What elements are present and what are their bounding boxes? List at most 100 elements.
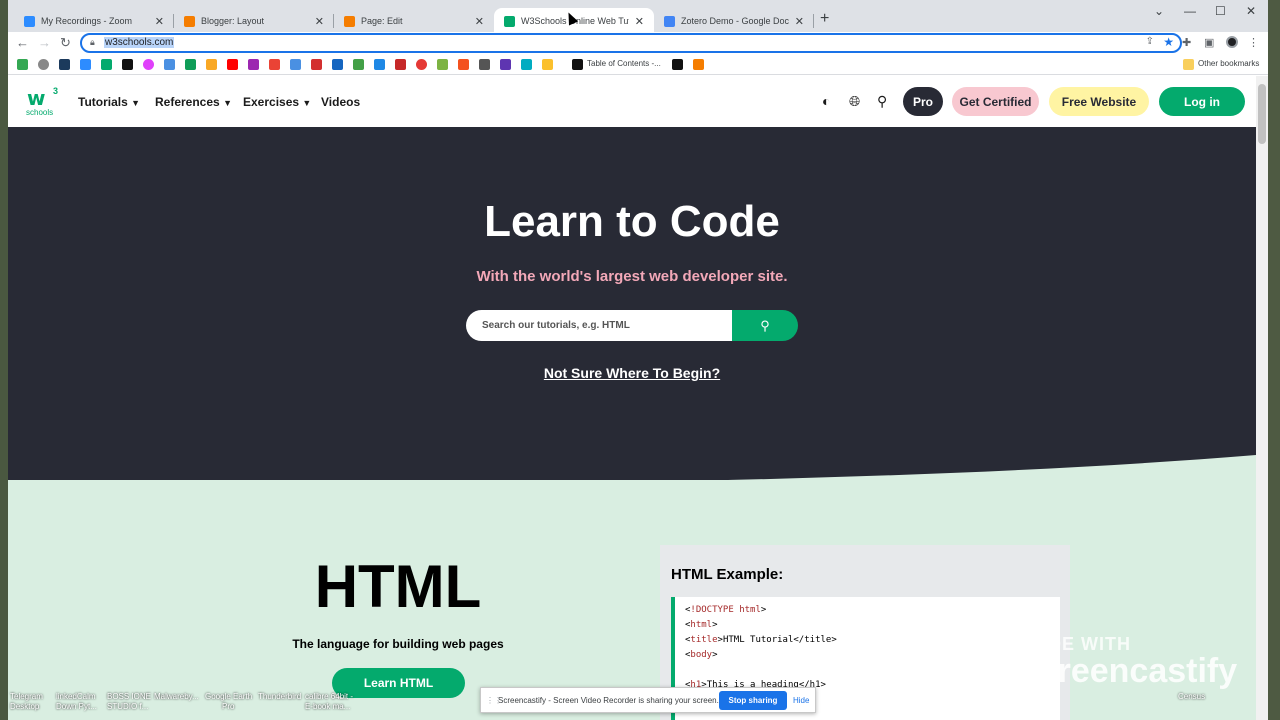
nav-references[interactable]: References ▼: [155, 95, 232, 109]
tab-zoom-recordings[interactable]: My Recordings - Zoom ✕: [14, 8, 174, 34]
blogger-bookmark-icon[interactable]: [693, 59, 704, 70]
tab-strip: My Recordings - Zoom ✕ Blogger: Layout ✕…: [8, 0, 1268, 34]
bookmark-icon[interactable]: [437, 59, 448, 70]
code-token: >: [760, 605, 767, 615]
bookmark-icon[interactable]: [17, 59, 28, 70]
log-in-button[interactable]: Log in: [1159, 87, 1245, 116]
taskbar-item-boss[interactable]: BOSS IONE STUDIO f...: [107, 692, 151, 712]
w3schools-logo[interactable]: w: [27, 86, 45, 110]
profile-avatar[interactable]: [1226, 36, 1238, 48]
w3schools-icon: [504, 15, 515, 27]
extensions-puzzle-icon[interactable]: ✚: [1182, 36, 1191, 49]
taskbar-item-google-earth[interactable]: Google Earth Pro: [205, 692, 252, 712]
w3schools-bookmark-icon[interactable]: [101, 59, 112, 70]
bookmark-icon[interactable]: [206, 59, 217, 70]
share-icon[interactable]: ⇪: [1146, 36, 1154, 47]
minimize-icon[interactable]: —: [1184, 4, 1196, 18]
search-box: [466, 310, 732, 341]
search-input[interactable]: [482, 317, 722, 333]
close-icon[interactable]: ✕: [155, 15, 164, 28]
bookmark-icon[interactable]: [672, 59, 683, 70]
taskbar-label: Desktop: [10, 702, 40, 711]
ib-bookmark-icon[interactable]: [122, 59, 133, 70]
new-tab-plus-icon[interactable]: +: [820, 10, 829, 28]
zoom-bookmark-icon[interactable]: [80, 59, 91, 70]
maximize-icon[interactable]: ☐: [1215, 4, 1226, 18]
bookmark-icon[interactable]: [416, 59, 427, 70]
taskbar-item-calibre[interactable]: calibre 64bit - E-book ma...: [305, 692, 353, 712]
window-close-icon[interactable]: ✕: [1246, 4, 1256, 18]
taskbar-item-census[interactable]: Census: [1178, 692, 1205, 702]
bookmark-icon[interactable]: [59, 59, 70, 70]
google-drive-icon[interactable]: [185, 59, 196, 70]
code-line: <html>: [685, 618, 1050, 633]
youtube-icon[interactable]: [227, 59, 238, 70]
hide-sharing-bar-link[interactable]: Hide: [793, 696, 809, 705]
search-button[interactable]: ⚲: [732, 310, 798, 341]
taskbar-item-linkedcalm[interactable]: linkedCalm Down Pyt...: [56, 692, 97, 712]
taskbar-label: Telegram: [10, 692, 43, 701]
address-bar[interactable]: 🔒︎ w3schools.com ⇪ ★: [80, 33, 1182, 53]
taskbar-item-telegram[interactable]: Telegram Desktop: [10, 692, 43, 712]
bookmark-icon[interactable]: [290, 59, 301, 70]
bookmark-icon[interactable]: [353, 59, 364, 70]
bookmark-icon[interactable]: [521, 59, 532, 70]
bookmark-icon[interactable]: [374, 59, 385, 70]
bookmark-icon[interactable]: [500, 59, 511, 70]
search-icon[interactable]: ⚲: [877, 93, 887, 110]
code-token: !DOCTYPE: [690, 605, 734, 615]
code-token: </title>: [793, 635, 837, 645]
free-website-button[interactable]: Free Website: [1049, 87, 1149, 116]
bookmark-icon[interactable]: [395, 59, 406, 70]
get-certified-button[interactable]: Get Certified: [952, 87, 1039, 116]
tab-blogger-layout[interactable]: Blogger: Layout ✕: [174, 8, 334, 34]
lock-icon[interactable]: 🔒︎: [90, 37, 95, 48]
forward-arrow-icon[interactable]: →: [38, 35, 51, 50]
bookmark-icon[interactable]: [572, 59, 583, 70]
contrast-toggle-icon[interactable]: ◐: [822, 93, 830, 109]
taskbar-item-malwarebytes[interactable]: Malwareby...: [154, 692, 199, 702]
page-scrollbar[interactable]: [1256, 76, 1268, 720]
bookmarks-bar: Table of Contents -... Other bookmarks: [8, 54, 1268, 75]
zoom-icon: [24, 15, 35, 27]
other-bookmarks[interactable]: Other bookmarks: [1198, 59, 1259, 68]
w3schools-logo-3: 3: [53, 86, 59, 96]
desktop-right-edge: [1268, 0, 1280, 720]
tab-zotero-docs[interactable]: Zotero Demo - Google Docs ✕: [654, 8, 814, 34]
zotero-icon[interactable]: [311, 59, 322, 70]
bookmark-table-of-contents[interactable]: Table of Contents -...: [587, 59, 661, 68]
bookmark-icon[interactable]: [143, 59, 154, 70]
reload-icon[interactable]: ↻: [60, 35, 71, 51]
bookmark-icon[interactable]: [479, 59, 490, 70]
gmail-icon[interactable]: [269, 59, 280, 70]
close-icon[interactable]: ✕: [635, 15, 644, 28]
pro-button[interactable]: Pro: [903, 87, 943, 116]
close-icon[interactable]: ✕: [315, 15, 324, 28]
side-panel-icon[interactable]: ▣: [1204, 36, 1214, 49]
html-subtitle: The language for building web pages: [292, 637, 504, 651]
not-sure-link[interactable]: Not Sure Where To Begin?: [8, 365, 1256, 381]
google-icon[interactable]: [38, 59, 49, 70]
tab-page-edit[interactable]: Page: Edit ✕: [334, 8, 494, 34]
stop-sharing-button[interactable]: Stop sharing: [719, 691, 787, 710]
tab-search-chevron-icon[interactable]: ⌄: [1154, 4, 1164, 18]
globe-icon[interactable]: 🌐︎: [849, 93, 860, 110]
scrollbar-thumb[interactable]: [1258, 84, 1266, 144]
bookmark-star-icon[interactable]: ★: [1163, 35, 1174, 49]
more-menu-icon[interactable]: ⋮: [1248, 36, 1259, 49]
bookmark-icon[interactable]: [332, 59, 343, 70]
bookmark-icon[interactable]: [164, 59, 175, 70]
nav-tutorials[interactable]: Tutorials ▼: [78, 95, 140, 109]
taskbar-label: Google Earth: [205, 692, 253, 701]
bookmark-icon[interactable]: [248, 59, 259, 70]
back-arrow-icon[interactable]: ←: [16, 35, 29, 50]
close-icon[interactable]: ✕: [795, 15, 804, 28]
hero-title: Learn to Code: [484, 197, 780, 246]
bookmark-icon[interactable]: [542, 59, 553, 70]
nav-videos[interactable]: Videos: [321, 95, 360, 109]
url-text[interactable]: w3schools.com: [104, 37, 175, 48]
taskbar-item-thunderbird[interactable]: Thunderbird: [258, 692, 301, 702]
bookmark-icon[interactable]: [458, 59, 469, 70]
nav-exercises[interactable]: Exercises ▼: [243, 95, 311, 109]
close-icon[interactable]: ✕: [475, 15, 484, 28]
